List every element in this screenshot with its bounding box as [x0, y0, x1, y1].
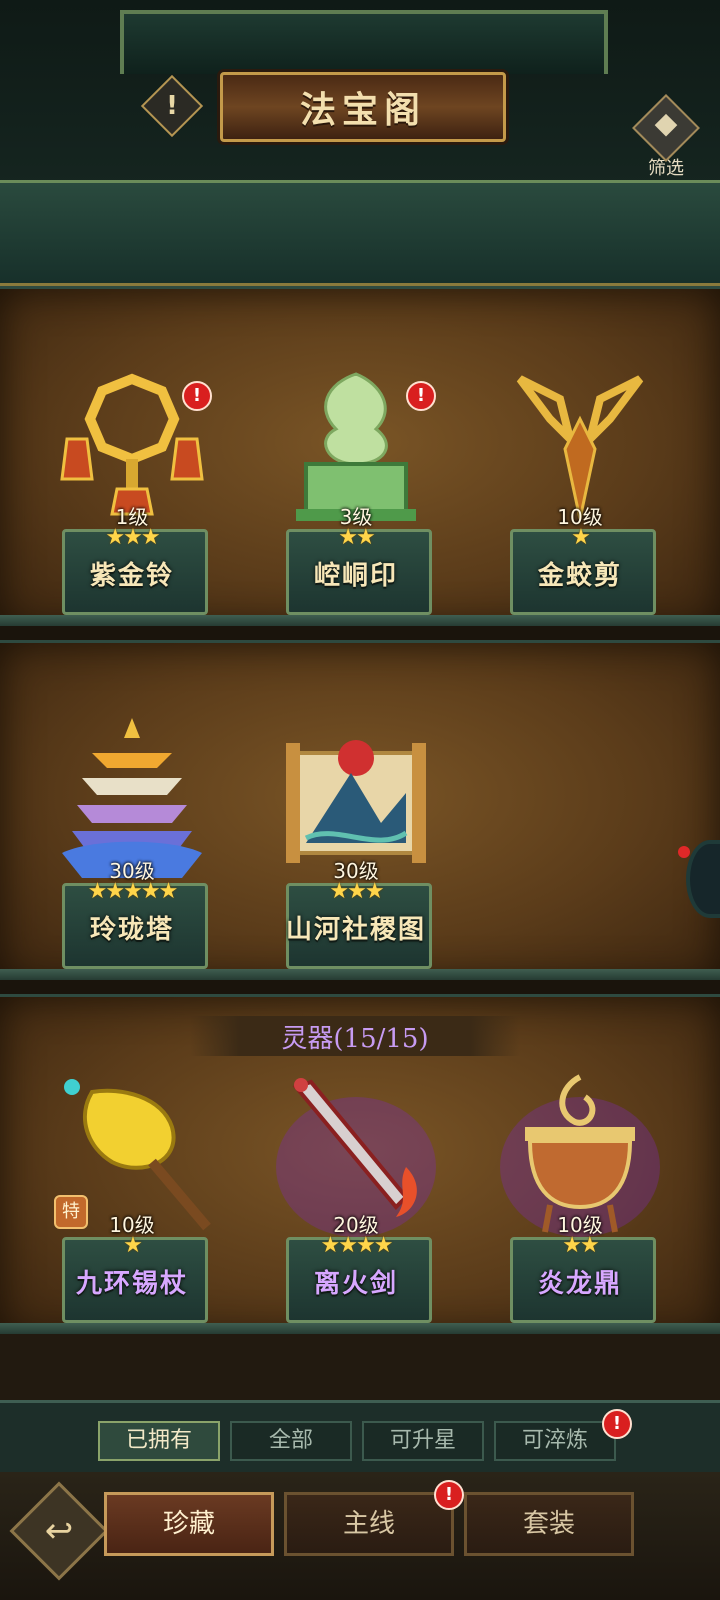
star-icon: ★	[562, 1233, 582, 1258]
alert-badge: !	[406, 381, 436, 411]
star-icon: ★	[571, 525, 591, 550]
star-icon: ★	[347, 879, 367, 904]
star-icon: ★	[87, 879, 108, 904]
title-plaque: 法宝阁	[220, 72, 506, 142]
tab-upgradable[interactable]: 可升星	[362, 1421, 484, 1461]
item-name: 紫金铃	[89, 561, 174, 591]
item-name: 离火剑	[313, 1269, 398, 1299]
item-name: 玲珑塔	[89, 915, 174, 945]
treasure-item[interactable]: 10级 ★ 金蛟剪	[480, 359, 680, 659]
exclamation-icon: !	[166, 91, 178, 121]
star-icon: ★	[373, 1233, 394, 1258]
info-button[interactable]: !	[140, 74, 204, 138]
tab-all[interactable]: 全部	[230, 1421, 352, 1461]
star-icon: ★	[123, 525, 143, 550]
treasure-item[interactable]: 30级 ★★★★★ 玲珑塔	[32, 713, 232, 1013]
tab-owned[interactable]: 已拥有	[98, 1421, 220, 1461]
star-icon: ★	[123, 1233, 143, 1258]
tab-collection[interactable]: 珍藏	[104, 1492, 274, 1556]
star-icon: ★	[123, 879, 143, 904]
item-stars: ★★★	[256, 879, 456, 904]
tab-sets[interactable]: 套装	[464, 1492, 634, 1556]
star-icon: ★	[338, 525, 358, 550]
star-icon: ★	[329, 879, 349, 904]
item-name: 九环锡杖	[75, 1269, 188, 1299]
shelf-row-2: 30级 ★★★★★ 玲珑塔 30级 ★★★ 山河社稷图	[0, 640, 720, 989]
bottom-nav: ↩ 珍藏 主线 ! 套装	[0, 1472, 720, 1600]
notification-dot	[678, 846, 690, 858]
alert-badge: !	[182, 381, 212, 411]
star-icon: ★	[364, 879, 385, 904]
item-stars: ★	[32, 1233, 232, 1258]
back-arrow-icon: ↩	[44, 1511, 74, 1551]
shelf-divider	[0, 626, 720, 640]
treasure-item[interactable]: ! 3级 ★★ 崆峒印	[256, 359, 456, 659]
star-icon: ★	[338, 1233, 358, 1258]
star-icon: ★	[105, 879, 125, 904]
header-area: ! 法宝阁 筛选	[0, 0, 720, 286]
star-icon: ★	[356, 525, 376, 550]
alert-badge: !	[602, 1409, 632, 1439]
item-name: 崆峒印	[313, 561, 398, 591]
star-icon: ★	[320, 1233, 341, 1258]
item-stars: ★	[480, 525, 680, 550]
pavilion-roof	[120, 10, 608, 74]
star-icon: ★	[356, 1233, 376, 1258]
back-button[interactable]: ↩	[9, 1481, 109, 1581]
alert-badge: !	[434, 1480, 464, 1510]
page-title: 法宝阁	[299, 89, 426, 131]
item-stars: ★★★	[32, 525, 232, 550]
treasure-item[interactable]: 10级 ★★ 炎龙鼎	[480, 1067, 680, 1367]
item-name: 金蛟剪	[537, 561, 622, 591]
item-stars: ★★	[480, 1233, 680, 1258]
empty-shelf-space	[0, 1334, 720, 1400]
tab-refinable[interactable]: 可淬炼	[494, 1421, 616, 1461]
shelf-divider	[0, 980, 720, 994]
star-icon: ★	[105, 525, 125, 550]
filter-tab-bar: 已拥有 全部 可升星 可淬炼 !	[0, 1400, 720, 1475]
pavilion-beam	[0, 180, 720, 286]
shelf-row-1: ! 1级 ★★★ 紫金铃 ! 3级 ★★ 崆峒印 10级 ★ 金蛟剪	[0, 286, 720, 635]
treasure-item[interactable]: 30级 ★★★ 山河社稷图	[256, 713, 456, 1013]
star-icon: ★	[158, 879, 179, 904]
star-icon: ★	[140, 879, 161, 904]
filter-button[interactable]: 筛选	[632, 94, 700, 184]
item-stars: ★★★★★	[32, 879, 232, 904]
filter-icon	[632, 94, 700, 162]
treasure-item[interactable]: 特 10级 ★ 九环锡杖	[32, 1067, 232, 1367]
item-name: 山河社稷图	[285, 915, 426, 945]
star-icon: ★	[140, 525, 161, 550]
item-name: 炎龙鼎	[537, 1269, 622, 1299]
treasure-item[interactable]: 20级 ★★★★ 离火剑	[256, 1067, 456, 1367]
section-title-text: 灵器(15/15)	[281, 1023, 429, 1054]
star-icon: ★	[580, 1233, 600, 1258]
tab-mainline[interactable]: 主线	[284, 1492, 454, 1556]
section-title: 灵器(15/15)	[190, 1016, 520, 1056]
treasure-item[interactable]: ! 1级 ★★★ 紫金铃	[32, 359, 232, 659]
item-stars: ★★★★	[256, 1233, 456, 1258]
item-stars: ★★	[256, 525, 456, 550]
